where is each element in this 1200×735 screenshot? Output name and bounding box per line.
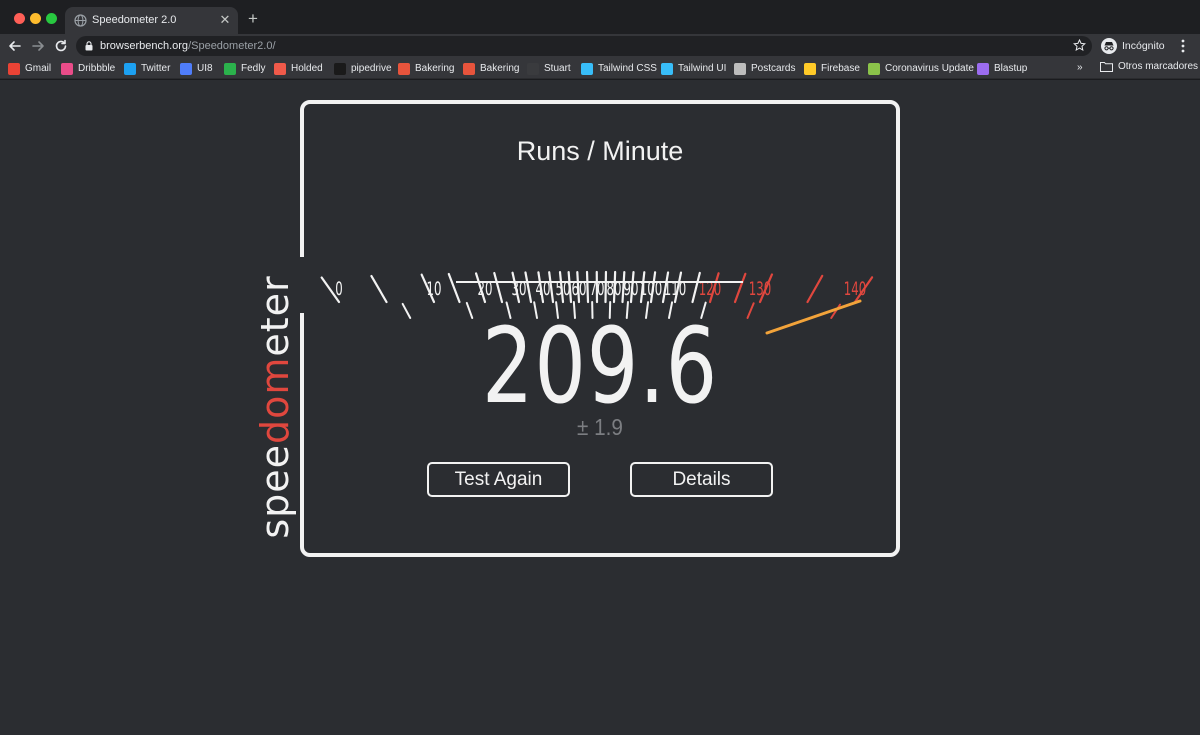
- back-icon[interactable]: [6, 37, 24, 55]
- other-bookmarks-folder[interactable]: Otros marcadores: [1100, 61, 1198, 72]
- bookmark-label: Stuart: [544, 63, 571, 74]
- new-tab-button[interactable]: +: [245, 10, 261, 28]
- ui8-icon: [180, 62, 192, 75]
- bookmark-item[interactable]: Gmail: [8, 61, 51, 76]
- bookmark-label: Twitter: [141, 63, 171, 74]
- bakering-icon: [463, 62, 475, 75]
- gmail-icon: [8, 62, 20, 75]
- runs-per-minute-title: Runs / Minute: [516, 136, 684, 166]
- gauge-label: 140: [844, 277, 866, 300]
- minimize-window-button[interactable]: [30, 13, 41, 24]
- bookmark-label: Tailwind UI: [678, 63, 727, 74]
- coronavirus-update-icon: [868, 62, 880, 75]
- bookmark-item[interactable]: Tailwind UI: [661, 61, 726, 76]
- bookmark-label: Dribbble: [78, 63, 116, 74]
- bookmark-item[interactable]: Coronavirus Update: [868, 61, 974, 76]
- score-error: ± 1.9: [577, 414, 623, 440]
- bookmark-item[interactable]: Twitter: [124, 61, 170, 76]
- tab-title: Speedometer 2.0: [92, 14, 177, 26]
- gauge-minor-tick: [370, 274, 388, 304]
- url-text[interactable]: browserbench.org/Speedometer2.0/: [100, 39, 276, 53]
- bakering-icon: [398, 62, 410, 75]
- gauge-label: 0: [335, 277, 342, 300]
- fedly-icon: [224, 62, 236, 75]
- gauge-minor-tick: [806, 274, 824, 304]
- bookmark-label: Blastup: [994, 63, 1028, 74]
- logo-text: speedometer: [253, 275, 297, 538]
- maximize-window-button[interactable]: [46, 13, 57, 24]
- close-window-button[interactable]: [14, 13, 25, 24]
- reload-icon[interactable]: [52, 37, 70, 55]
- bookmark-item[interactable]: Fedly: [224, 61, 265, 76]
- logo-suffix: eter: [253, 275, 297, 357]
- bookmark-item[interactable]: Stuart: [527, 61, 571, 76]
- address-bar[interactable]: browserbench.org/Speedometer2.0/: [76, 36, 1092, 56]
- logo-prefix: spee: [253, 443, 297, 539]
- bookmark-label: Bakering: [480, 63, 520, 74]
- kebab-menu-icon[interactable]: [1181, 39, 1185, 53]
- bookmark-label: Gmail: [25, 63, 52, 74]
- gauge-minor-tick: [447, 272, 461, 304]
- speedometer-logo: speedometer: [250, 257, 300, 557]
- gauge-minor-tick: [493, 271, 504, 304]
- other-bookmarks-label: Otros marcadores: [1118, 61, 1199, 72]
- bookmark-label: Postcards: [751, 63, 796, 74]
- bookmark-item[interactable]: Blastup: [977, 61, 1027, 76]
- bookmark-star-icon[interactable]: [1073, 39, 1086, 52]
- gauge-divider: [456, 281, 743, 283]
- browser-tab[interactable]: Speedometer 2.0 ✕: [65, 7, 238, 34]
- bookmark-item[interactable]: pipedrive: [334, 61, 392, 76]
- gauge-label: 130: [749, 277, 771, 300]
- score-value: 209.6: [481, 305, 719, 427]
- bookmarks-bar: Gmail Dribbble Twitter UI8 Fedly Holded pipedr…: [0, 58, 1200, 79]
- bookmark-item[interactable]: Holded: [274, 61, 323, 76]
- logo-highlight: dom: [253, 356, 297, 444]
- browser-toolbar: browserbench.org/Speedometer2.0/ Incógni…: [0, 34, 1200, 58]
- bookmark-item[interactable]: Tailwind CSS: [581, 61, 657, 76]
- lock-icon[interactable]: [85, 41, 93, 51]
- bookmark-item[interactable]: Postcards: [734, 61, 795, 76]
- gauge-minor-tick: [733, 272, 747, 304]
- folder-icon: [1100, 62, 1113, 72]
- bookmark-item[interactable]: Dribbble: [61, 61, 115, 76]
- incognito-icon: [1101, 38, 1117, 54]
- bookmark-label: Coronavirus Update: [885, 63, 974, 74]
- tab-close-icon[interactable]: ✕: [218, 12, 232, 28]
- bookmark-label: Holded: [291, 63, 323, 74]
- bookmarks-overflow-button[interactable]: »: [1077, 62, 1083, 73]
- gauge-minor-tick: [585, 270, 590, 304]
- url-path: /Speedometer2.0/: [188, 40, 276, 52]
- bookmark-item[interactable]: Bakering: [463, 61, 519, 76]
- bookmark-item[interactable]: Bakering: [398, 61, 454, 76]
- postcards-icon: [734, 62, 746, 75]
- blastup-icon: [977, 62, 989, 75]
- gauge-major-tick: [612, 270, 617, 304]
- bookmark-label: Firebase: [821, 63, 860, 74]
- twitter-icon: [124, 62, 136, 75]
- forward-icon[interactable]: [29, 37, 47, 55]
- url-host: browserbench.org: [100, 40, 189, 52]
- tailwind-icon: [661, 62, 673, 75]
- bookmark-label: Tailwind CSS: [598, 63, 657, 74]
- stuart-icon: [527, 62, 539, 75]
- profile-label: Incógnito: [1122, 40, 1165, 52]
- bookmark-item[interactable]: UI8: [180, 61, 213, 76]
- bookmark-label: Bakering: [415, 63, 455, 74]
- globe-icon: [74, 14, 87, 27]
- test-again-button[interactable]: Test Again: [427, 462, 570, 497]
- incognito-profile-button[interactable]: Incógnito: [1101, 37, 1165, 55]
- tailwind-icon: [581, 62, 593, 75]
- details-button[interactable]: Details: [630, 462, 773, 497]
- title-bar: Speedometer 2.0 ✕ +: [0, 0, 1200, 34]
- firebase-icon: [804, 62, 816, 75]
- bookmark-label: UI8: [197, 63, 213, 74]
- bookmark-label: Fedly: [241, 63, 266, 74]
- holded-icon: [274, 62, 286, 75]
- pipedrive-icon: [334, 62, 346, 75]
- dribbble-icon: [61, 62, 73, 75]
- bookmark-label: pipedrive: [351, 63, 392, 74]
- bookmark-item[interactable]: Firebase: [804, 61, 860, 76]
